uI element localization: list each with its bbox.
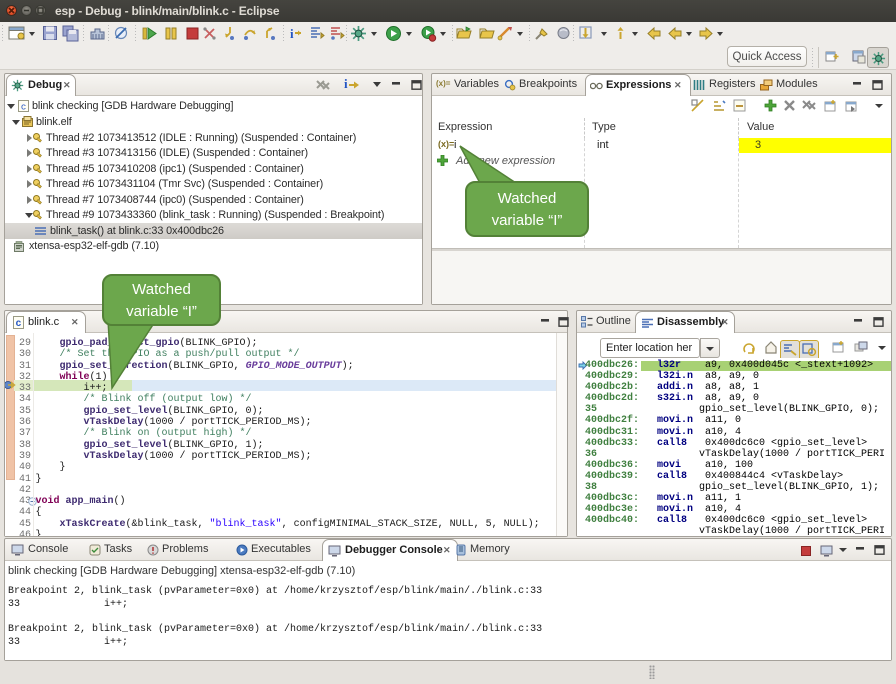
svg-text:i: i — [290, 26, 294, 41]
svg-text:c: c — [15, 319, 21, 329]
svg-text:c: c — [21, 103, 26, 113]
